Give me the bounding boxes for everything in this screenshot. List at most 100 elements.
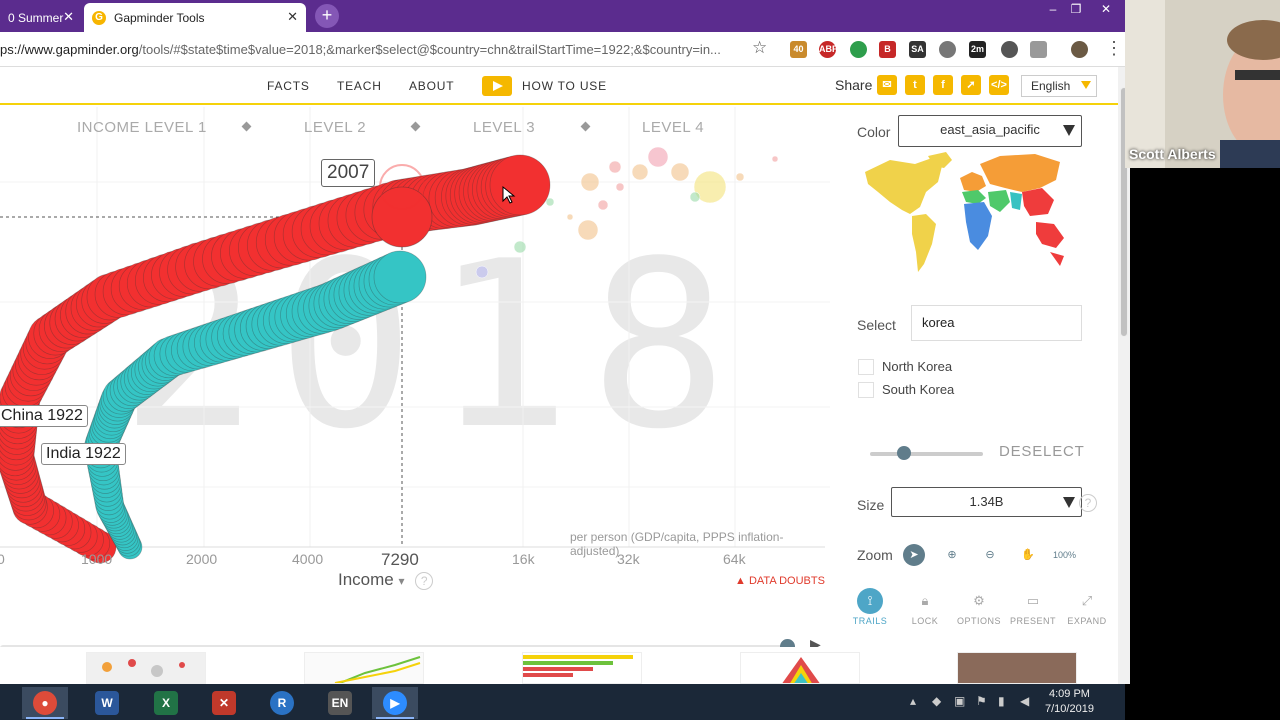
facebook-share-icon[interactable]: f <box>933 75 953 95</box>
twitter-share-icon[interactable]: t <box>905 75 925 95</box>
menu-kebab-icon[interactable]: ⋮ <box>1105 38 1123 59</box>
r-taskbar-icon[interactable]: R <box>259 687 305 719</box>
x-tick-label: 0 <box>0 551 5 567</box>
extension-icon[interactable]: 40 <box>790 41 807 58</box>
play-icon[interactable]: ▶ <box>810 636 821 647</box>
select-label: Select <box>857 317 896 333</box>
tray-expand-icon[interactable]: ▴ <box>910 694 916 708</box>
system-clock[interactable]: 4:09 PM 7/10/2019 <box>1045 687 1094 717</box>
options-button[interactable]: ⚙ OPTIONS <box>954 588 1004 626</box>
world-region-map[interactable] <box>860 152 1070 282</box>
play-video-icon[interactable] <box>482 76 512 96</box>
email-share-icon[interactable]: ✉ <box>877 75 897 95</box>
income-level-label: LEVEL 2 <box>304 119 367 136</box>
profile-avatar[interactable] <box>1071 41 1088 58</box>
extension-icon[interactable]: 2m <box>969 41 986 58</box>
background-country-bubble <box>566 213 574 221</box>
size-dropdown[interactable]: 1.34B <box>891 487 1082 517</box>
trails-label: TRAILS <box>852 616 888 626</box>
expand-button[interactable]: ⤢ EXPAND <box>1062 588 1112 626</box>
network-icon[interactable]: ▮ <box>998 694 1005 708</box>
nav-how-to-use[interactable]: HOW TO USE <box>522 79 607 93</box>
language-bar-taskbar-icon[interactable]: EN <box>317 687 363 719</box>
thumbnail-line-chart[interactable] <box>304 652 424 684</box>
deselect-button[interactable]: DESELECT <box>999 443 1085 460</box>
zoom-in-icon[interactable]: ⊕ <box>941 544 963 566</box>
expand-label: EXPAND <box>1067 616 1107 626</box>
volume-icon[interactable]: ◀ <box>1020 694 1029 708</box>
embed-code-icon[interactable]: </> <box>989 75 1009 95</box>
image-app-taskbar-icon[interactable]: ✕ <box>201 687 247 719</box>
zoom-out-icon[interactable]: ⊖ <box>979 544 1001 566</box>
lock-button[interactable]: 🔒︎ LOCK <box>900 588 950 626</box>
present-button[interactable]: ▭ PRESENT <box>1008 588 1058 626</box>
opacity-slider-track[interactable] <box>870 452 983 456</box>
extension-icon[interactable] <box>850 41 867 58</box>
income-level-label: LEVEL 4 <box>642 119 705 136</box>
adblock-icon[interactable]: ABP <box>819 41 838 58</box>
extension-icon[interactable]: B <box>879 41 896 58</box>
flag-icon[interactable]: ⚑ <box>976 694 987 708</box>
link-share-icon[interactable]: ➚ <box>961 75 981 95</box>
trails-icon: ⟟ <box>857 588 883 614</box>
cursor-icon[interactable]: ➤ <box>903 544 925 566</box>
checkbox-south-korea[interactable] <box>858 382 874 398</box>
thumbnail-map[interactable] <box>86 652 206 684</box>
tray-app-icon[interactable]: ▣ <box>954 694 965 708</box>
language-select[interactable]: English <box>1021 75 1097 97</box>
close-icon[interactable]: ✕ <box>287 9 298 25</box>
excel-taskbar-icon[interactable]: X <box>143 687 189 719</box>
new-tab-button[interactable]: + <box>315 4 339 28</box>
option-north-korea[interactable]: North Korea <box>882 359 952 374</box>
zoom-reset-button[interactable]: 100% <box>1053 544 1076 566</box>
checkbox-north-korea[interactable] <box>858 359 874 375</box>
extension-icon[interactable] <box>1001 41 1018 58</box>
options-label: OPTIONS <box>956 616 1001 626</box>
tab-gapminder-label: Gapminder Tools <box>114 10 205 25</box>
tab-gapminder[interactable]: G Gapminder Tools ✕ <box>84 3 306 32</box>
zoom-taskbar-icon[interactable]: ▶ <box>372 687 418 719</box>
trail-label-india[interactable]: India 1922 <box>41 443 126 465</box>
color-dropdown[interactable]: east_asia_pacific <box>898 115 1082 147</box>
dropbox-icon[interactable]: ◆ <box>932 694 941 708</box>
word-taskbar-icon[interactable]: W <box>84 687 130 719</box>
trail-label-china[interactable]: China 1922 <box>0 405 88 427</box>
x-tick-label: 4000 <box>292 551 324 567</box>
windows-taskbar: ● W X ✕ R EN ▶ ▴ ◆ ▣ ⚑ ▮ ◀ 4:09 PM 7/10/… <box>0 684 1125 720</box>
extension-icon[interactable] <box>1030 41 1047 58</box>
background-country-bubble <box>577 219 599 241</box>
nav-teach[interactable]: TEACH <box>337 79 382 93</box>
bookmark-star-icon[interactable]: ☆ <box>752 38 767 58</box>
thumbnail-bar-chart[interactable] <box>522 652 642 684</box>
extension-icon[interactable]: SA <box>909 41 926 58</box>
nav-facts[interactable]: FACTS <box>267 79 310 93</box>
option-south-korea[interactable]: South Korea <box>882 382 954 397</box>
trails-button[interactable]: ⟟ TRAILS <box>845 588 895 626</box>
opacity-slider-handle[interactable] <box>897 446 911 460</box>
data-doubts-link[interactable]: ▲ DATA DOUBTS <box>735 575 825 587</box>
present-icon: ▭ <box>1026 593 1040 608</box>
country-search-value: korea <box>922 315 955 330</box>
tab-summer-label: 0 Summer <box>8 10 64 25</box>
bubble-chart[interactable]: 2018 INCOME LEVEL 1 LEVEL 2 LEVEL 3 LEVE… <box>0 107 830 647</box>
thumbnail-mountain-chart[interactable] <box>740 652 860 684</box>
restore-icon[interactable]: ❐ <box>1062 0 1090 20</box>
tab-summer[interactable]: 0 Summer ✕ <box>0 3 82 32</box>
close-window-icon[interactable]: ✕ <box>1092 0 1120 20</box>
thumbnail-dollar-street[interactable] <box>957 652 1077 684</box>
background-country-bubble <box>580 172 600 192</box>
url-text[interactable]: ps://www.gapminder.org/tools/#$state$tim… <box>0 42 721 57</box>
country-search-input[interactable]: korea <box>911 305 1082 341</box>
timeline-slider-track[interactable] <box>0 645 790 647</box>
address-bar[interactable]: ps://www.gapminder.org/tools/#$state$tim… <box>0 32 1125 67</box>
timeline-slider-handle[interactable] <box>780 639 795 647</box>
nav-about[interactable]: ABOUT <box>409 79 454 93</box>
chrome-taskbar-icon[interactable]: ● <box>22 687 68 719</box>
hand-icon[interactable]: ✋ <box>1017 544 1039 566</box>
browser-tab-bar: 0 Summer ✕ G Gapminder Tools ✕ + – ❐ ✕ <box>0 0 1125 32</box>
x-axis-selector[interactable]: Income ▾ ? <box>338 570 434 590</box>
extension-icon[interactable] <box>939 41 956 58</box>
close-icon[interactable]: ✕ <box>63 9 74 25</box>
help-icon[interactable]: ? <box>415 571 434 590</box>
help-icon[interactable]: ? <box>1079 494 1097 512</box>
